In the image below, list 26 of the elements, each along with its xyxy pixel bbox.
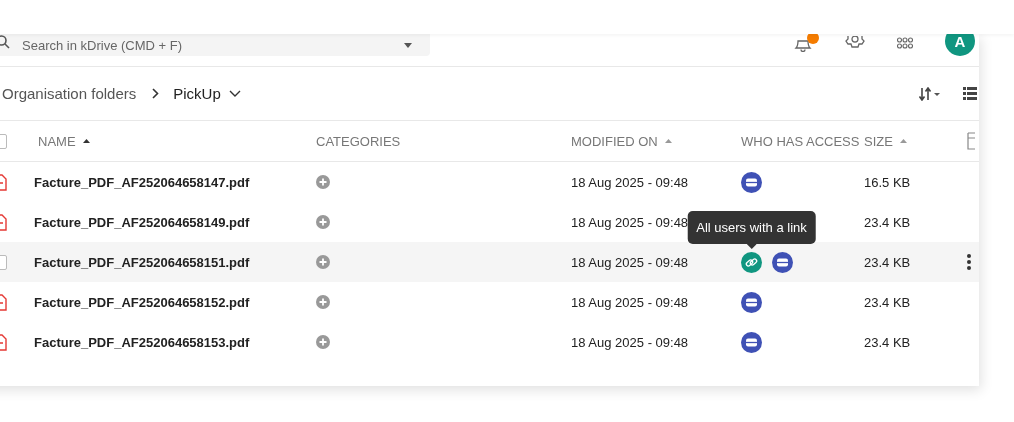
column-header[interactable]: SIZE	[864, 133, 893, 149]
breadcrumb-item[interactable]: Organisation folders	[2, 85, 137, 102]
modified-date: 18 Aug 2025 - 09:48	[571, 174, 689, 190]
modified-date: 18 Aug 2025 - 09:48	[571, 254, 689, 270]
file-size: 23.4 KB	[864, 334, 911, 350]
file-name[interactable]: Facture_PDF_AF252064658147.pdf	[34, 174, 250, 190]
file-name[interactable]: Facture_PDF_AF252064658152.pdf	[34, 294, 250, 310]
column-header[interactable]: MODIFIED ON	[571, 133, 658, 149]
column-header[interactable]: WHO HAS ACCESS	[741, 133, 860, 149]
search-input[interactable]: Search in kDrive (CMD + F)	[22, 37, 392, 53]
column-header[interactable]: CATEGORIES	[316, 133, 401, 149]
modified-date: 18 Aug 2025 - 09:48	[571, 294, 689, 310]
file-size: 23.4 KB	[864, 254, 911, 270]
search-field[interactable]: Search in kDrive (CMD + F)	[0, 34, 430, 56]
file-size: 23.4 KB	[864, 294, 911, 310]
user-avatar[interactable]: A	[945, 34, 975, 56]
modified-date: 18 Aug 2025 - 09:48	[571, 214, 689, 230]
file-size: 16.5 KB	[864, 174, 911, 190]
file-name[interactable]: Facture_PDF_AF252064658153.pdf	[34, 334, 250, 350]
breadcrumb-item[interactable]: PickUp	[173, 85, 221, 102]
modified-date: 18 Aug 2025 - 09:48	[571, 334, 689, 350]
tooltip: All users with a link	[687, 210, 816, 244]
column-header[interactable]: NAME	[38, 133, 76, 149]
file-name[interactable]: Facture_PDF_AF252064658149.pdf	[34, 214, 250, 230]
file-name[interactable]: Facture_PDF_AF252064658151.pdf	[34, 254, 250, 270]
file-size: 23.4 KB	[864, 214, 911, 230]
